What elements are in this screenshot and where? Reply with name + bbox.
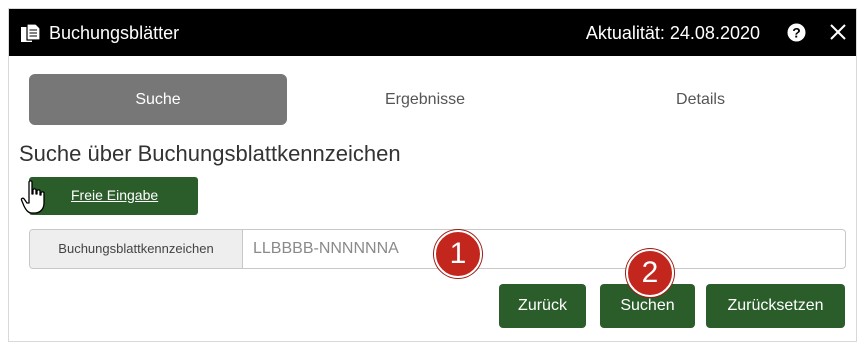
tab-suche[interactable]: Suche xyxy=(29,74,287,125)
help-icon[interactable]: ? xyxy=(787,23,806,42)
section-title: Suche über Buchungsblattkennzeichen xyxy=(19,141,401,166)
close-icon[interactable] xyxy=(828,22,848,42)
actuality-date: Aktualität: 24.08.2020 xyxy=(585,23,760,43)
free-input-button-label: Freie Eingabe xyxy=(71,187,159,203)
title-bar: Buchungsblätter Aktualität: 24.08.2020 ? xyxy=(9,9,856,56)
tab-details[interactable]: Details xyxy=(563,74,838,125)
window-title: Buchungsblätter xyxy=(49,23,180,43)
hand-pointer-icon xyxy=(20,180,45,214)
kennzeichen-input[interactable] xyxy=(243,230,845,268)
tab-bar: Suche Ergebnisse Details xyxy=(29,74,838,125)
reset-button[interactable]: Zurücksetzen xyxy=(706,284,845,328)
free-input-button[interactable]: Freie Eingabe xyxy=(29,177,198,215)
tab-ergebnisse[interactable]: Ergebnisse xyxy=(287,74,563,125)
kennzeichen-label: Buchungsblattkennzeichen xyxy=(30,230,243,268)
svg-text:?: ? xyxy=(792,25,801,41)
step-callout-1: 1 xyxy=(434,230,482,278)
buchungsblaetter-dialog: Buchungsblätter Aktualität: 24.08.2020 ?… xyxy=(8,8,857,342)
documents-icon xyxy=(21,23,41,42)
back-button[interactable]: Zurück xyxy=(499,284,586,328)
step-callout-2: 2 xyxy=(626,249,674,297)
